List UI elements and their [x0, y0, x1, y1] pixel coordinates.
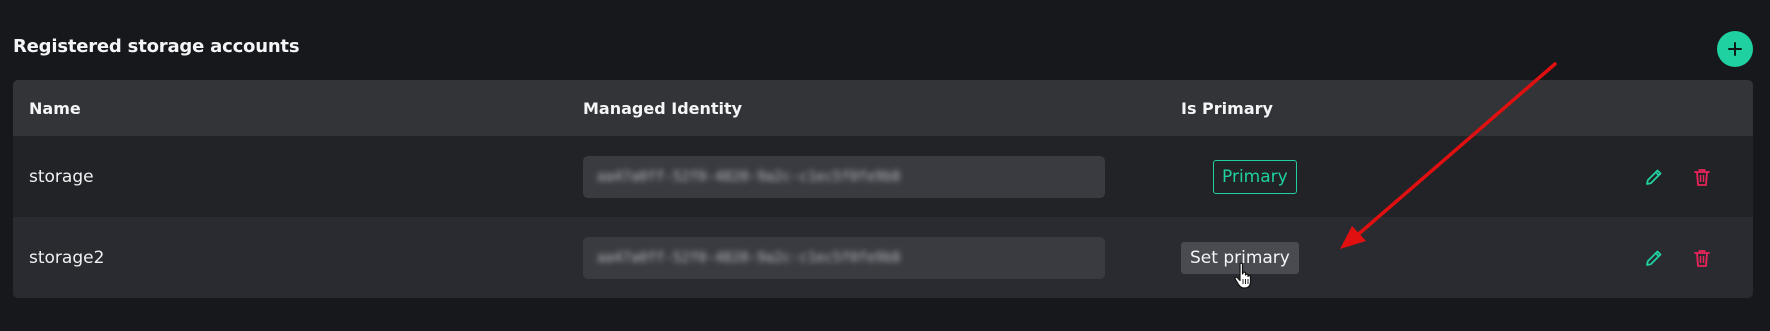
- add-storage-account-button[interactable]: [1717, 31, 1753, 67]
- pencil-icon: [1646, 250, 1662, 266]
- row-managed-identity: aa47a0ff-52f0-4820-9a2c-c1ec5f0fe9b8: [583, 136, 1105, 217]
- delete-button[interactable]: [1691, 247, 1713, 269]
- managed-identity-value: aa47a0ff-52f0-4820-9a2c-c1ec5f0fe9b8: [597, 249, 901, 266]
- storage-accounts-table: Name Managed Identity Is Primary storage…: [13, 80, 1753, 298]
- storage-accounts-page: Registered storage accounts Name Managed…: [0, 0, 1770, 331]
- row-name: storage: [29, 166, 94, 187]
- delete-button[interactable]: [1691, 166, 1713, 188]
- row-actions: [1643, 136, 1713, 217]
- trash-icon: [1694, 168, 1710, 186]
- trash-icon: [1694, 249, 1710, 267]
- managed-identity-field[interactable]: aa47a0ff-52f0-4820-9a2c-c1ec5f0fe9b8: [583, 236, 1105, 279]
- edit-button[interactable]: [1643, 247, 1665, 269]
- section-title: Registered storage accounts: [13, 36, 300, 57]
- set-primary-button[interactable]: Set primary: [1181, 241, 1299, 274]
- managed-identity-value: aa47a0ff-52f0-4820-9a2c-c1ec5f0fe9b8: [597, 168, 901, 185]
- table-row: storage aa47a0ff-52f0-4820-9a2c-c1ec5f0f…: [13, 136, 1753, 217]
- table-row: storage2 aa47a0ff-52f0-4820-9a2c-c1ec5f0…: [13, 217, 1753, 298]
- row-actions: [1643, 217, 1713, 298]
- edit-button[interactable]: [1643, 166, 1665, 188]
- table-header: Name Managed Identity Is Primary: [13, 80, 1753, 136]
- row-is-primary: Primary: [1213, 136, 1297, 217]
- column-header-is-primary: Is Primary: [1181, 98, 1273, 118]
- column-header-name: Name: [29, 98, 81, 118]
- pencil-icon: [1646, 169, 1662, 185]
- row-is-primary: Set primary: [1181, 217, 1299, 298]
- column-header-managed-identity: Managed Identity: [583, 98, 743, 118]
- primary-badge: Primary: [1213, 159, 1297, 194]
- managed-identity-field[interactable]: aa47a0ff-52f0-4820-9a2c-c1ec5f0fe9b8: [583, 155, 1105, 198]
- row-name: storage2: [29, 247, 105, 268]
- plus-icon: [1728, 42, 1742, 56]
- row-managed-identity: aa47a0ff-52f0-4820-9a2c-c1ec5f0fe9b8: [583, 217, 1105, 298]
